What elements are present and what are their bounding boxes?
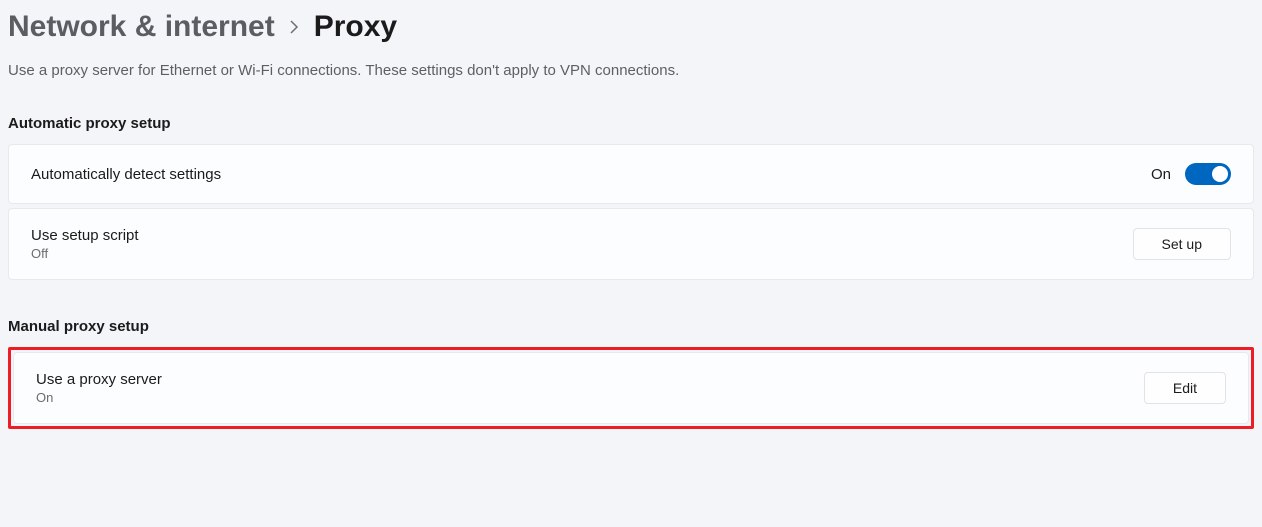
- page-title: Proxy: [314, 10, 397, 44]
- page-description: Use a proxy server for Ethernet or Wi-Fi…: [8, 62, 1254, 79]
- section-title-automatic: Automatic proxy setup: [8, 115, 1254, 132]
- edit-proxy-button[interactable]: Edit: [1144, 372, 1226, 404]
- toggle-knob: [1212, 166, 1228, 182]
- chevron-right-icon: [289, 18, 300, 41]
- auto-detect-toggle[interactable]: [1185, 163, 1231, 185]
- card-use-proxy[interactable]: Use a proxy server On Edit: [13, 352, 1249, 424]
- card-setup-script[interactable]: Use setup script Off Set up: [8, 208, 1254, 280]
- setup-script-label: Use setup script: [31, 227, 139, 244]
- auto-detect-state-label: On: [1151, 166, 1171, 183]
- breadcrumb: Network & internet Proxy: [8, 10, 1254, 44]
- highlight-box: Use a proxy server On Edit: [8, 347, 1254, 429]
- auto-detect-label: Automatically detect settings: [31, 166, 221, 183]
- card-auto-detect[interactable]: Automatically detect settings On: [8, 144, 1254, 204]
- use-proxy-label: Use a proxy server: [36, 371, 162, 388]
- breadcrumb-parent-link[interactable]: Network & internet: [8, 10, 275, 44]
- section-title-manual: Manual proxy setup: [8, 318, 1254, 335]
- setup-script-button[interactable]: Set up: [1133, 228, 1231, 260]
- setup-script-status: Off: [31, 246, 139, 261]
- use-proxy-status: On: [36, 390, 162, 405]
